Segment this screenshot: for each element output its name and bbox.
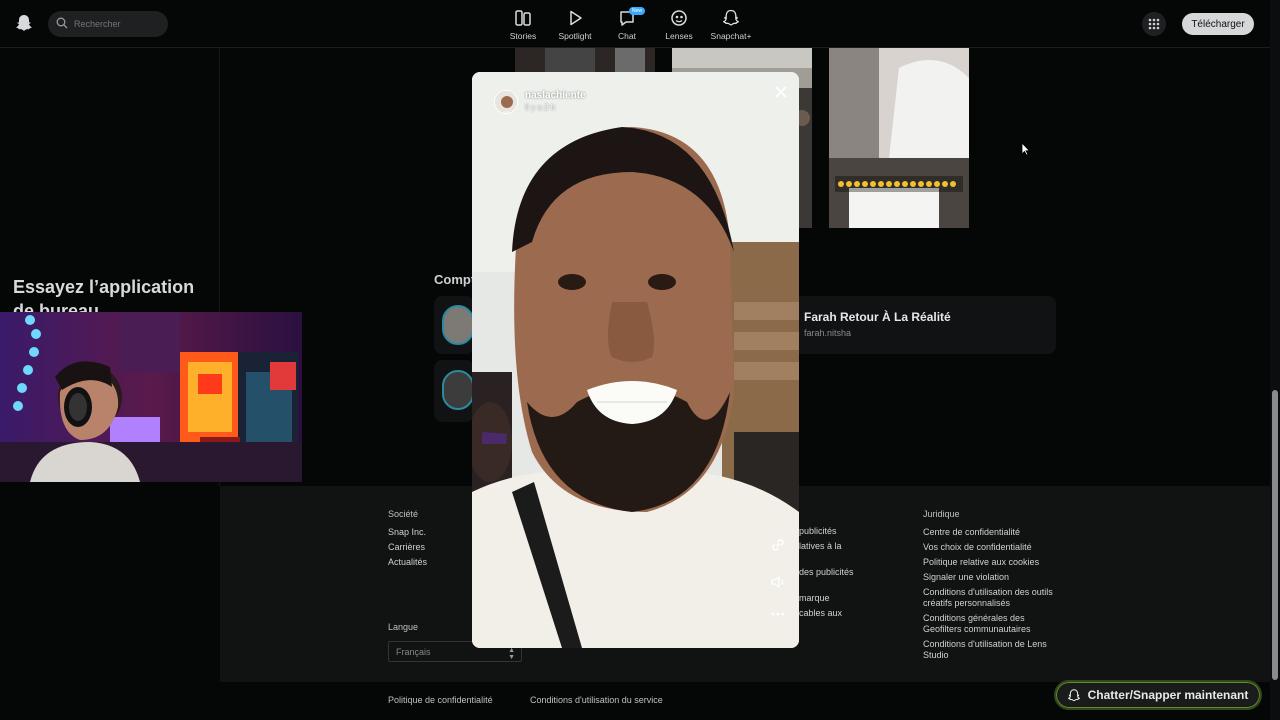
new-badge: New <box>629 7 646 15</box>
snapchat-ghost-logo-icon[interactable] <box>16 14 32 32</box>
account-card-title[interactable]: Farah Retour À La Réalité <box>804 310 951 324</box>
scrollbar-thumb[interactable] <box>1272 390 1278 680</box>
account-card-left-2[interactable] <box>434 360 474 422</box>
download-button[interactable]: Télécharger <box>1182 13 1254 35</box>
search-icon <box>56 17 68 29</box>
privacy-policy-link[interactable]: Politique de confidentialité <box>388 695 493 705</box>
nav-chat-label: Chat <box>618 31 636 41</box>
footer-column-middle: publicités latives à la des publicités m… <box>799 526 869 623</box>
footer-link[interactable]: des publicités <box>799 567 869 578</box>
footer-link[interactable]: Conditions d'utilisation des outils créa… <box>923 587 1053 609</box>
footer-link[interactable]: cables aux <box>799 608 869 619</box>
chat-snap-now-button[interactable]: Chatter/Snapper maintenant <box>1054 680 1262 710</box>
nav-chat[interactable]: New Chat <box>602 7 652 41</box>
search-input[interactable] <box>74 15 162 33</box>
footer-column-societe: Société Snap Inc. Carrières Actualités <box>388 509 427 572</box>
ghost-icon <box>1067 688 1080 701</box>
more-options-icon[interactable] <box>769 605 787 623</box>
apps-grid-button[interactable] <box>1142 12 1166 36</box>
nav-snapchat-plus-label: Snapchat+ <box>710 31 752 41</box>
nav-stories-label: Stories <box>509 31 537 41</box>
story-avatar[interactable] <box>494 90 518 114</box>
story-timestamp: Il y a 2 h <box>525 103 556 112</box>
nav-spotlight[interactable]: Spotlight <box>550 8 600 41</box>
page-scrollbar[interactable] <box>1270 0 1280 720</box>
account-avatar <box>442 305 474 345</box>
nav-lenses[interactable]: Lenses <box>654 8 704 41</box>
terms-of-service-link[interactable]: Conditions d'utilisation du service <box>530 695 663 705</box>
footer-link[interactable]: Signaler une violation <box>923 572 1053 583</box>
lens-icon <box>671 10 687 26</box>
mouse-cursor-icon <box>1021 142 1031 156</box>
footer-link[interactable]: Centre de confidentialité <box>923 527 1053 538</box>
footer-link[interactable]: publicités <box>799 526 869 537</box>
account-card-username: farah.nitsha <box>804 328 852 338</box>
grid-icon <box>1148 18 1160 30</box>
story-photo <box>472 72 799 648</box>
close-icon[interactable] <box>771 82 791 102</box>
footer-link[interactable]: Actualités <box>388 557 427 568</box>
story-thumbnail-3[interactable] <box>829 48 969 228</box>
account-avatar <box>442 370 474 410</box>
thumbnail-image <box>829 48 969 228</box>
footer-link[interactable]: Politique relative aux cookies <box>923 557 1053 568</box>
footer-heading: Société <box>388 509 419 519</box>
webcam-overlay-image <box>0 312 302 482</box>
account-card-left-1[interactable] <box>434 296 474 354</box>
stories-icon <box>515 10 531 26</box>
footer-link[interactable]: Vos choix de confidentialité <box>923 542 1053 553</box>
nav-stories[interactable]: Stories <box>498 8 548 41</box>
footer-link[interactable]: Conditions générales des Geofilters comm… <box>923 613 1053 635</box>
footer-link[interactable]: Snap Inc. <box>388 527 427 538</box>
chat-snap-now-label: Chatter/Snapper maintenant <box>1087 688 1249 702</box>
footer-link[interactable]: latives à la <box>799 541 869 552</box>
play-icon <box>570 10 582 26</box>
footer-link[interactable]: Carrières <box>388 542 427 553</box>
footer-column-juridique: Juridique Centre de confidentialité Vos … <box>923 509 1053 665</box>
language-select-value: Français <box>396 646 431 657</box>
ghost-icon <box>722 9 740 26</box>
nav-lenses-label: Lenses <box>665 31 693 41</box>
search-bar[interactable] <box>48 11 168 37</box>
footer-link[interactable]: marque <box>799 593 869 604</box>
story-username[interactable]: naslachiente <box>525 90 586 101</box>
language-label: Langue <box>388 622 419 632</box>
top-navigation-bar: Stories Spotlight New Chat Lenses Snapch… <box>0 0 1270 48</box>
select-arrows-icon: ▲ ▼ <box>508 647 515 661</box>
nav-spotlight-label: Spotlight <box>558 31 592 41</box>
account-card-farah[interactable] <box>790 296 1056 354</box>
link-icon[interactable] <box>769 536 787 554</box>
footer-link[interactable]: Conditions d'utilisation de Lens Studio <box>923 639 1053 661</box>
footer-heading: Juridique <box>923 509 960 519</box>
volume-icon[interactable] <box>769 573 787 591</box>
section-heading: Compt <box>434 272 476 287</box>
story-viewer-modal[interactable]: naslachiente Il y a 2 h <box>472 72 799 648</box>
nav-snapchat-plus[interactable]: Snapchat+ <box>706 8 756 41</box>
